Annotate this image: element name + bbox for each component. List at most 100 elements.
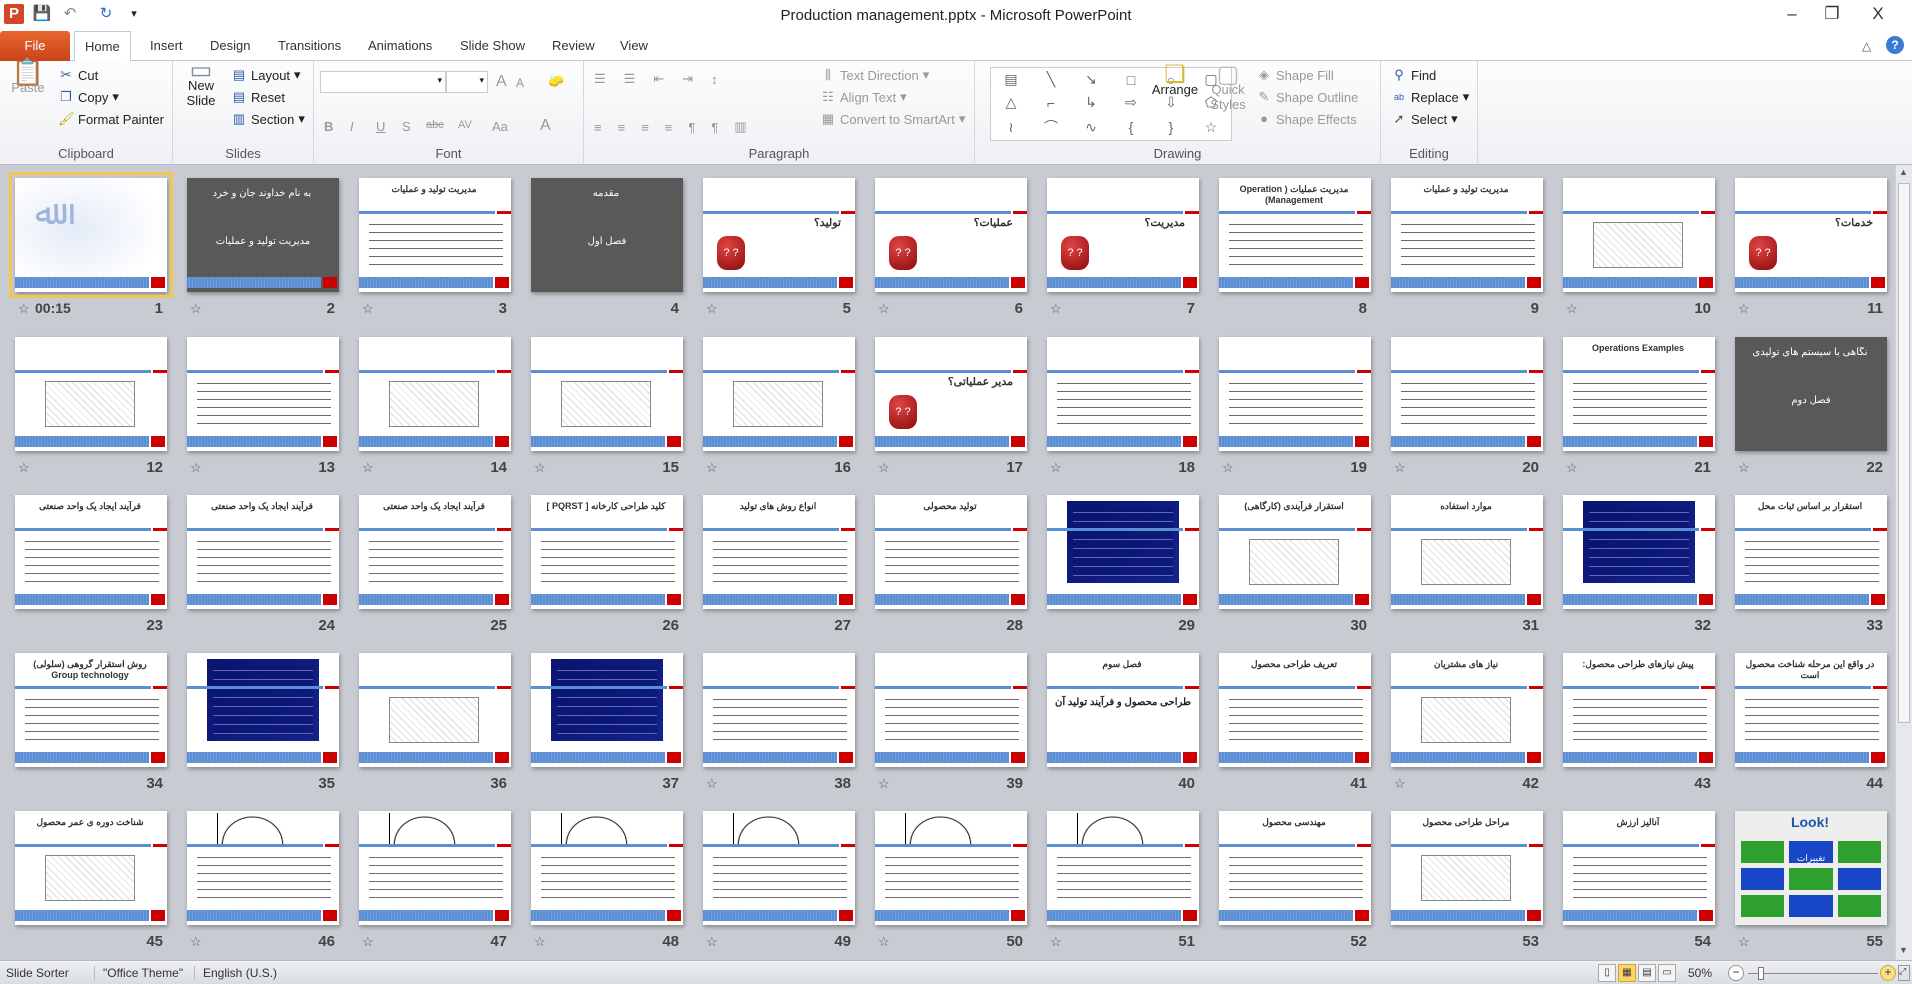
align-left-icon[interactable]: ≡ [594,120,614,135]
slide-thumbnail[interactable] [703,811,855,925]
slide-thumbnail[interactable] [187,811,339,925]
slide-thumbnail[interactable]: مدیریت؟? ? [1047,178,1199,292]
find-button[interactable]: ⚲ Find [1391,67,1436,83]
font-color-button[interactable]: A [540,117,551,135]
scrollbar-thumb[interactable] [1898,183,1910,723]
shape-option[interactable]: ⌒ [1044,117,1058,137]
animation-star-icon[interactable]: ☆ [1050,301,1062,317]
slide-thumbnail[interactable]: در واقع این مرحله شناخت محصول است [1735,653,1887,767]
shape-option[interactable]: ↘ [1085,71,1097,88]
strikethrough-button[interactable]: abc [426,119,444,131]
slide-thumbnail[interactable]: انواع روش های تولید [703,495,855,609]
text-direction-button[interactable]: ⫼ Text Direction ▾ [820,67,929,83]
slide-thumbnail[interactable]: شناخت دوره ی عمر محصول [15,811,167,925]
slide-thumbnail[interactable]: ﷲ [9,172,173,298]
zoom-out-button[interactable]: − [1728,965,1744,981]
slide-thumbnail[interactable]: روش استقرار گروهی (سلولی) Group technolo… [15,653,167,767]
animation-star-icon[interactable]: ☆ [706,934,718,950]
line-spacing-icon[interactable]: ↕ [711,72,732,87]
slide-thumbnail[interactable] [875,811,1027,925]
slide-thumbnail[interactable] [1391,337,1543,451]
slide-show-view-button[interactable]: ▭ [1658,964,1676,982]
shape-effects-button[interactable]: ● Shape Effects [1256,111,1357,127]
slide-thumbnail[interactable]: تولید محصولی [875,495,1027,609]
numbering-icon[interactable]: ☰ [624,71,650,87]
shape-option[interactable]: ▤ [1004,71,1017,88]
underline-button[interactable]: U [376,119,385,134]
slide-thumbnail[interactable]: فصل سوم طراحی محصول و فرآیند تولید آن [1047,653,1199,767]
slide-thumbnail[interactable]: مدیریت تولید و عملیات [359,178,511,292]
slide-thumbnail[interactable]: Look! تغییرات [1735,811,1887,925]
animation-star-icon[interactable]: ☆ [1050,460,1062,476]
slide-sorter-view-button[interactable]: ▦ [1618,964,1636,982]
slide-thumbnail[interactable] [15,337,167,451]
slide-thumbnail[interactable] [1047,495,1199,609]
slide-thumbnail[interactable]: فرآیند ایجاد یک واحد صنعتی [187,495,339,609]
slide-thumbnail[interactable]: آنالیز ارزش [1563,811,1715,925]
close-button[interactable]: X [1858,4,1898,28]
slide-thumbnail[interactable] [1047,337,1199,451]
slide-thumbnail[interactable] [1563,495,1715,609]
arrange-button[interactable]: ❏ Arrange [1150,63,1200,98]
animation-star-icon[interactable]: ☆ [1566,301,1578,317]
help-icon[interactable]: ? [1886,36,1904,54]
slide-thumbnail[interactable] [531,811,683,925]
rtl-icon[interactable]: ¶ [711,120,730,135]
slide-thumbnail[interactable] [531,653,683,767]
theme-name[interactable]: "Office Theme" [94,966,183,980]
animation-star-icon[interactable]: ☆ [878,776,890,792]
layout-button[interactable]: ▤ Layout ▾ [231,67,301,83]
shape-outline-button[interactable]: ✎ Shape Outline [1256,89,1359,105]
vertical-scrollbar[interactable]: ▲ ▼ [1895,165,1912,960]
copy-button[interactable]: ❐ Copy ▾ [58,89,119,105]
animation-star-icon[interactable]: ☆ [362,301,374,317]
list-buttons[interactable]: ☰ ☰ ⇤ ⇥ ↕ [594,71,732,87]
slide-thumbnail[interactable]: تولید؟? ? [703,178,855,292]
shape-option[interactable]: ≀ [1008,119,1013,136]
section-button[interactable]: ▥ Section ▾ [231,111,305,127]
slide-thumbnail[interactable] [359,811,511,925]
scroll-up-icon[interactable]: ▲ [1899,167,1908,177]
reading-view-button[interactable]: ▤ [1638,964,1656,982]
slide-thumbnail[interactable] [1563,178,1715,292]
font-name-combo[interactable]: ▾ [320,71,446,93]
tab-animations[interactable]: Animations [358,31,442,61]
slide-thumbnail[interactable] [1219,337,1371,451]
paste-button[interactable]: 📋 Paste [8,59,48,95]
cut-button[interactable]: ✂ Cut [58,67,99,83]
alignment-buttons[interactable]: ≡ ≡ ≡ ≡ ¶ ¶ ▥ [594,119,759,135]
restore-button[interactable]: ❐ [1812,4,1852,28]
slide-thumbnail[interactable]: مراحل طراحی محصول [1391,811,1543,925]
slide-thumbnail[interactable] [359,653,511,767]
tab-home[interactable]: Home [74,31,131,62]
animation-star-icon[interactable]: ☆ [362,934,374,950]
slide-thumbnail[interactable]: فرآیند ایجاد یک واحد صنعتی [359,495,511,609]
animation-star-icon[interactable]: ☆ [18,460,30,476]
animation-star-icon[interactable]: ☆ [362,460,374,476]
animation-star-icon[interactable]: ☆ [18,301,30,317]
shape-option[interactable]: ∿ [1085,119,1097,136]
shape-option[interactable]: ☆ [1205,119,1218,136]
language[interactable]: English (U.S.) [194,966,277,980]
animation-star-icon[interactable]: ☆ [878,460,890,476]
tab-review[interactable]: Review [542,31,605,61]
align-center-icon[interactable]: ≡ [618,120,638,135]
shadow-button[interactable]: S [402,119,411,134]
tab-slide-show[interactable]: Slide Show [450,31,535,61]
shape-option[interactable]: ⌐ [1047,95,1055,111]
shape-option[interactable]: { [1129,119,1134,135]
shape-option[interactable]: } [1169,119,1174,135]
italic-button[interactable]: I [350,119,354,134]
clear-formatting-icon[interactable]: 🧽 [548,73,564,89]
slide-thumbnail[interactable]: استقرار بر اساس ثبات محل [1735,495,1887,609]
animation-star-icon[interactable]: ☆ [534,934,546,950]
zoom-slider-thumb[interactable] [1758,967,1765,980]
animation-star-icon[interactable]: ☆ [190,934,202,950]
animation-star-icon[interactable]: ☆ [1738,934,1750,950]
slide-thumbnail[interactable] [359,337,511,451]
slide-thumbnail[interactable]: کلید طراحی کارخانه [ PQRST ] [531,495,683,609]
scroll-down-icon[interactable]: ▼ [1899,945,1908,955]
bold-button[interactable]: B [324,119,333,134]
justify-icon[interactable]: ≡ [665,120,685,135]
slide-thumbnail[interactable]: Operations Examples [1563,337,1715,451]
